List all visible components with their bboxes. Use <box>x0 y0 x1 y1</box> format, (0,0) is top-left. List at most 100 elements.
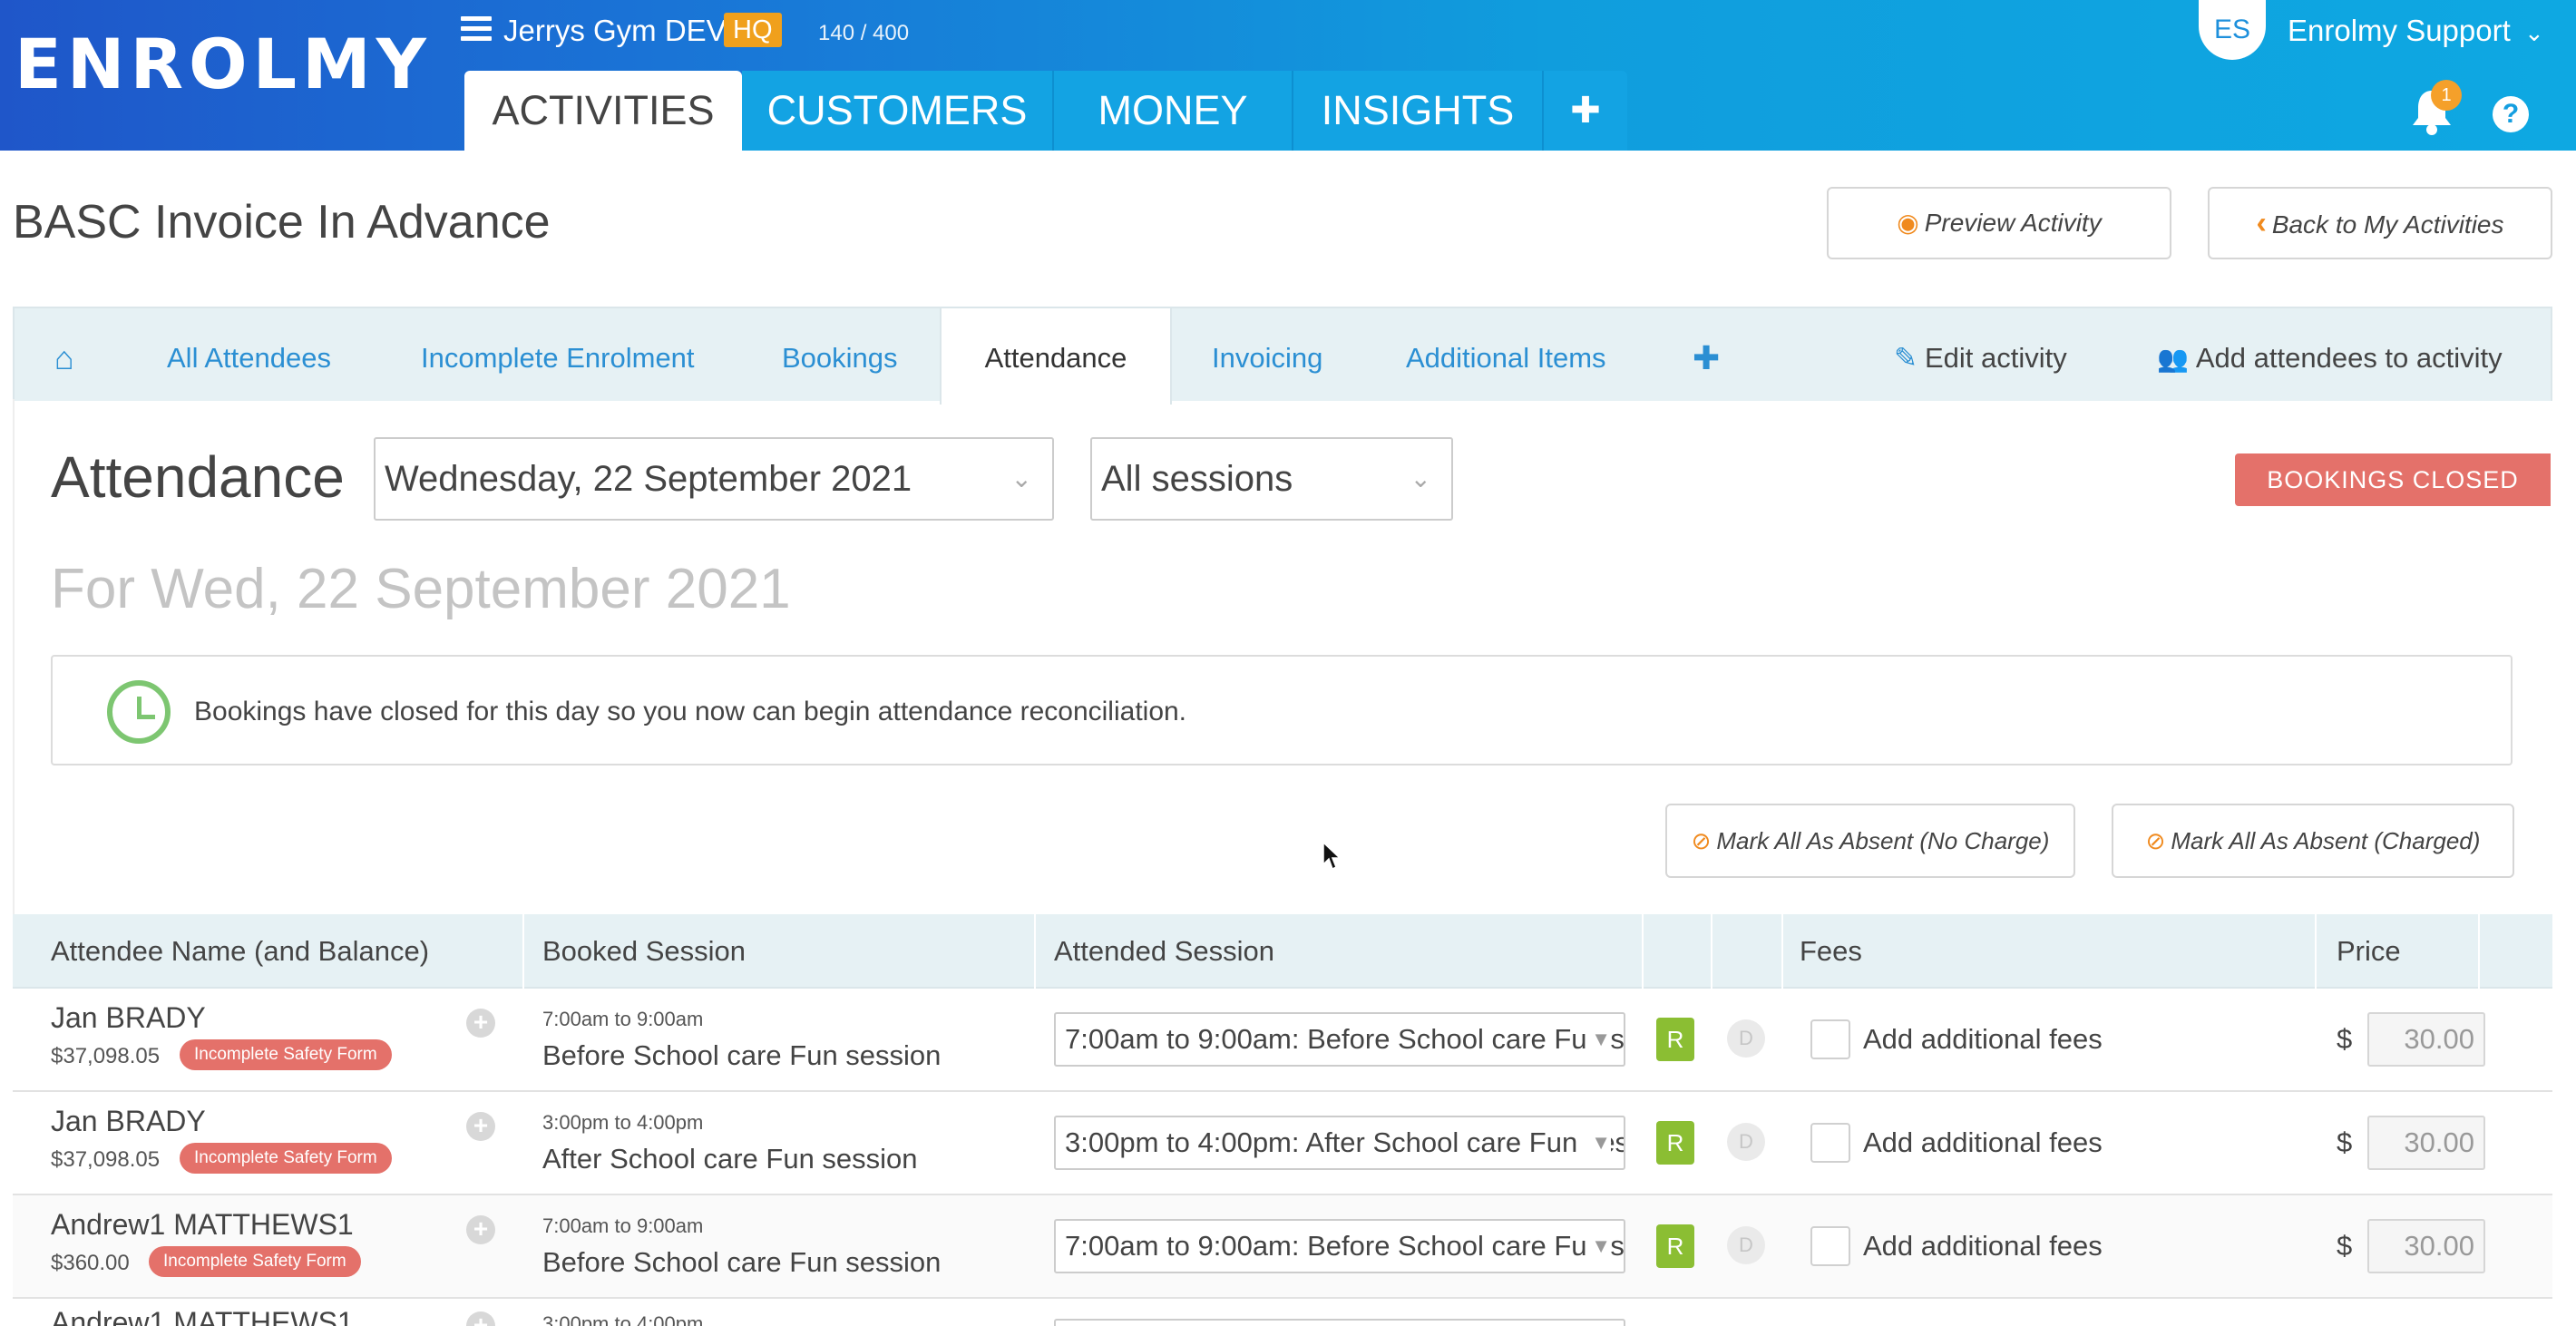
home-icon[interactable]: ⌂ <box>54 308 74 403</box>
column-header-attendee[interactable]: Attendee Name (and Balance) <box>51 914 429 989</box>
notification-count-badge: 1 <box>2431 80 2462 111</box>
regular-attendance-button[interactable]: R <box>1656 1121 1694 1165</box>
table-row: Andrew1 MATTHEWS1 + 3:00pm to 4:00pm <box>13 1299 2552 1326</box>
booked-time: 7:00am to 9:00am <box>542 1214 704 1237</box>
column-header-price[interactable]: Price <box>2337 914 2401 989</box>
attended-session-select[interactable]: 7:00am to 9:00am: Before School care Fun… <box>1054 1219 1625 1273</box>
absent-attendance-button[interactable]: D <box>1727 1019 1765 1058</box>
page-title: BASC Invoice In Advance <box>13 196 551 249</box>
users-icon: 👥 <box>2157 345 2189 373</box>
eye-icon: ◉ <box>1897 209 1919 237</box>
attendee-name[interactable]: Jan BRADY <box>51 999 206 1036</box>
additional-fees-label[interactable]: Add additional fees <box>1863 1123 2103 1163</box>
attended-session-select[interactable] <box>1054 1319 1625 1326</box>
mark-all-absent-charged-label: Mark All As Absent (Charged) <box>2171 827 2481 854</box>
booked-time: 3:00pm to 4:00pm <box>542 1111 704 1134</box>
attendance-table-header: Attendee Name (and Balance) Booked Sessi… <box>13 914 2552 989</box>
date-select-value: Wednesday, 22 September 2021 <box>385 459 912 499</box>
chevron-down-icon: ⌄ <box>2523 19 2544 46</box>
table-row: Andrew1 MATTHEWS1 $360.00 Incomplete Saf… <box>13 1195 2552 1299</box>
session-select[interactable]: All sessions ⌄ <box>1090 437 1453 521</box>
booked-session-name: After School care Fun session <box>542 1143 918 1175</box>
chevron-down-icon: ⌄ <box>1010 464 1032 492</box>
add-circle-icon[interactable]: + <box>466 1311 495 1326</box>
nav-tab-customers[interactable]: CUSTOMERS <box>742 71 1054 151</box>
incomplete-safety-form-badge[interactable]: Incomplete Safety Form <box>180 1143 392 1174</box>
mouse-cursor-icon <box>1322 842 1341 871</box>
absent-attendance-button[interactable]: D <box>1727 1123 1765 1161</box>
date-select[interactable]: Wednesday, 22 September 2021 ⌄ <box>374 437 1054 521</box>
top-header: ENROLMY Jerrys Gym DEV HQ 140 / 400 ACTI… <box>0 0 2576 151</box>
add-tab-plus-icon[interactable]: ✚ <box>1693 308 1720 403</box>
mark-all-absent-charged-button[interactable]: ⊘ Mark All As Absent (Charged) <box>2112 804 2514 878</box>
nav-tab-money[interactable]: MONEY <box>1054 71 1293 151</box>
preview-activity-button[interactable]: ◉ Preview Activity <box>1827 187 2171 259</box>
incomplete-safety-form-badge[interactable]: Incomplete Safety Form <box>180 1039 392 1070</box>
attended-session-value: 3:00pm to 4:00pm: After School care Fun … <box>1065 1126 1625 1158</box>
ban-icon: ⊘ <box>2145 827 2166 854</box>
activity-count: 140 / 400 <box>818 21 910 45</box>
nav-tab-insights[interactable]: INSIGHTS <box>1293 71 1544 151</box>
absent-attendance-button[interactable]: D <box>1727 1226 1765 1264</box>
add-attendees-link[interactable]: 👥 Add attendees to activity <box>2157 308 2503 403</box>
mark-all-absent-no-charge-button[interactable]: ⊘ Mark All As Absent (No Charge) <box>1665 804 2075 878</box>
additional-fees-checkbox[interactable] <box>1810 1123 1850 1163</box>
price-input[interactable]: 30.00 <box>2367 1012 2485 1067</box>
user-name: Enrolmy Support <box>2288 14 2511 47</box>
edit-activity-link[interactable]: ✎ Edit activity <box>1894 308 2067 403</box>
currency-symbol: $ <box>2337 1023 2353 1055</box>
column-header-attended-session[interactable]: Attended Session <box>1054 914 1274 989</box>
tab-all-attendees[interactable]: All Attendees <box>167 308 331 403</box>
help-icon[interactable]: ? <box>2493 96 2529 132</box>
tab-invoicing[interactable]: Invoicing <box>1212 308 1322 403</box>
booked-time: 7:00am to 9:00am <box>542 1008 704 1030</box>
attendee-balance: $37,098.05 <box>51 1044 161 1068</box>
price-input[interactable]: 30.00 <box>2367 1219 2485 1273</box>
session-select-value: All sessions <box>1101 459 1293 499</box>
chevron-down-icon: ▼ <box>1586 1117 1611 1168</box>
incomplete-safety-form-badge[interactable]: Incomplete Safety Form <box>149 1246 361 1277</box>
regular-attendance-button[interactable]: R <box>1656 1224 1694 1268</box>
tab-attendance[interactable]: Attendance <box>940 308 1172 405</box>
hamburger-menu-icon[interactable] <box>461 16 492 44</box>
booked-time: 3:00pm to 4:00pm <box>542 1312 704 1326</box>
notice-text: Bookings have closed for this day so you… <box>194 697 1187 726</box>
attended-session-select[interactable]: 3:00pm to 4:00pm: After School care Fun … <box>1054 1116 1625 1170</box>
tab-incomplete-enrolment[interactable]: Incomplete Enrolment <box>421 308 695 403</box>
additional-fees-label[interactable]: Add additional fees <box>1863 1226 2103 1266</box>
column-header-booked-session[interactable]: Booked Session <box>542 914 746 989</box>
add-circle-icon[interactable]: + <box>466 1215 495 1244</box>
tab-additional-items[interactable]: Additional Items <box>1406 308 1606 403</box>
nav-tab-activities[interactable]: ACTIVITIES <box>464 71 742 151</box>
back-to-activities-button[interactable]: ‹ Back to My Activities <box>2208 187 2552 259</box>
tab-bookings[interactable]: Bookings <box>782 308 898 403</box>
user-menu[interactable]: Enrolmy Support ⌄ <box>2288 13 2544 51</box>
enrolmy-logo[interactable]: ENROLMY <box>15 30 432 99</box>
regular-attendance-button[interactable]: R <box>1656 1018 1694 1061</box>
preview-activity-label: Preview Activity <box>1924 209 2102 237</box>
add-circle-icon[interactable]: + <box>466 1009 495 1038</box>
column-header-fees[interactable]: Fees <box>1800 914 1862 989</box>
additional-fees-checkbox[interactable] <box>1810 1019 1850 1059</box>
price-input[interactable]: 30.00 <box>2367 1116 2485 1170</box>
attendee-balance: $360.00 <box>51 1251 130 1275</box>
table-row: Jan BRADY $37,098.05 Incomplete Safety F… <box>13 989 2552 1092</box>
table-row: Jan BRADY $37,098.05 Incomplete Safety F… <box>13 1092 2552 1195</box>
attendee-name[interactable]: Jan BRADY <box>51 1103 206 1139</box>
chevron-down-icon: ▼ <box>1586 1014 1611 1065</box>
ban-icon: ⊘ <box>1691 827 1712 854</box>
organisation-name[interactable]: Jerrys Gym DEV <box>503 13 727 49</box>
bookings-closed-badge: BOOKINGS CLOSED <box>2235 453 2551 506</box>
additional-fees-label[interactable]: Add additional fees <box>1863 1019 2103 1059</box>
attended-session-select[interactable]: 7:00am to 9:00am: Before School care Fun… <box>1054 1012 1625 1067</box>
for-date-heading: For Wed, 22 September 2021 <box>51 558 791 620</box>
attendee-name[interactable]: Andrew1 MATTHEWS1 <box>51 1206 354 1243</box>
add-nav-plus-icon[interactable]: ✚ <box>1544 71 1627 151</box>
attendee-name[interactable]: Andrew1 MATTHEWS1 <box>51 1304 354 1326</box>
bookings-closed-notice: Bookings have closed for this day so you… <box>51 655 2513 765</box>
add-circle-icon[interactable]: + <box>466 1112 495 1141</box>
additional-fees-checkbox[interactable] <box>1810 1226 1850 1266</box>
activity-subtabs: ⌂ All Attendees Incomplete Enrolment Boo… <box>13 307 2552 405</box>
booked-session-name: Before School care Fun session <box>542 1039 942 1071</box>
user-avatar[interactable]: ES <box>2199 0 2266 60</box>
